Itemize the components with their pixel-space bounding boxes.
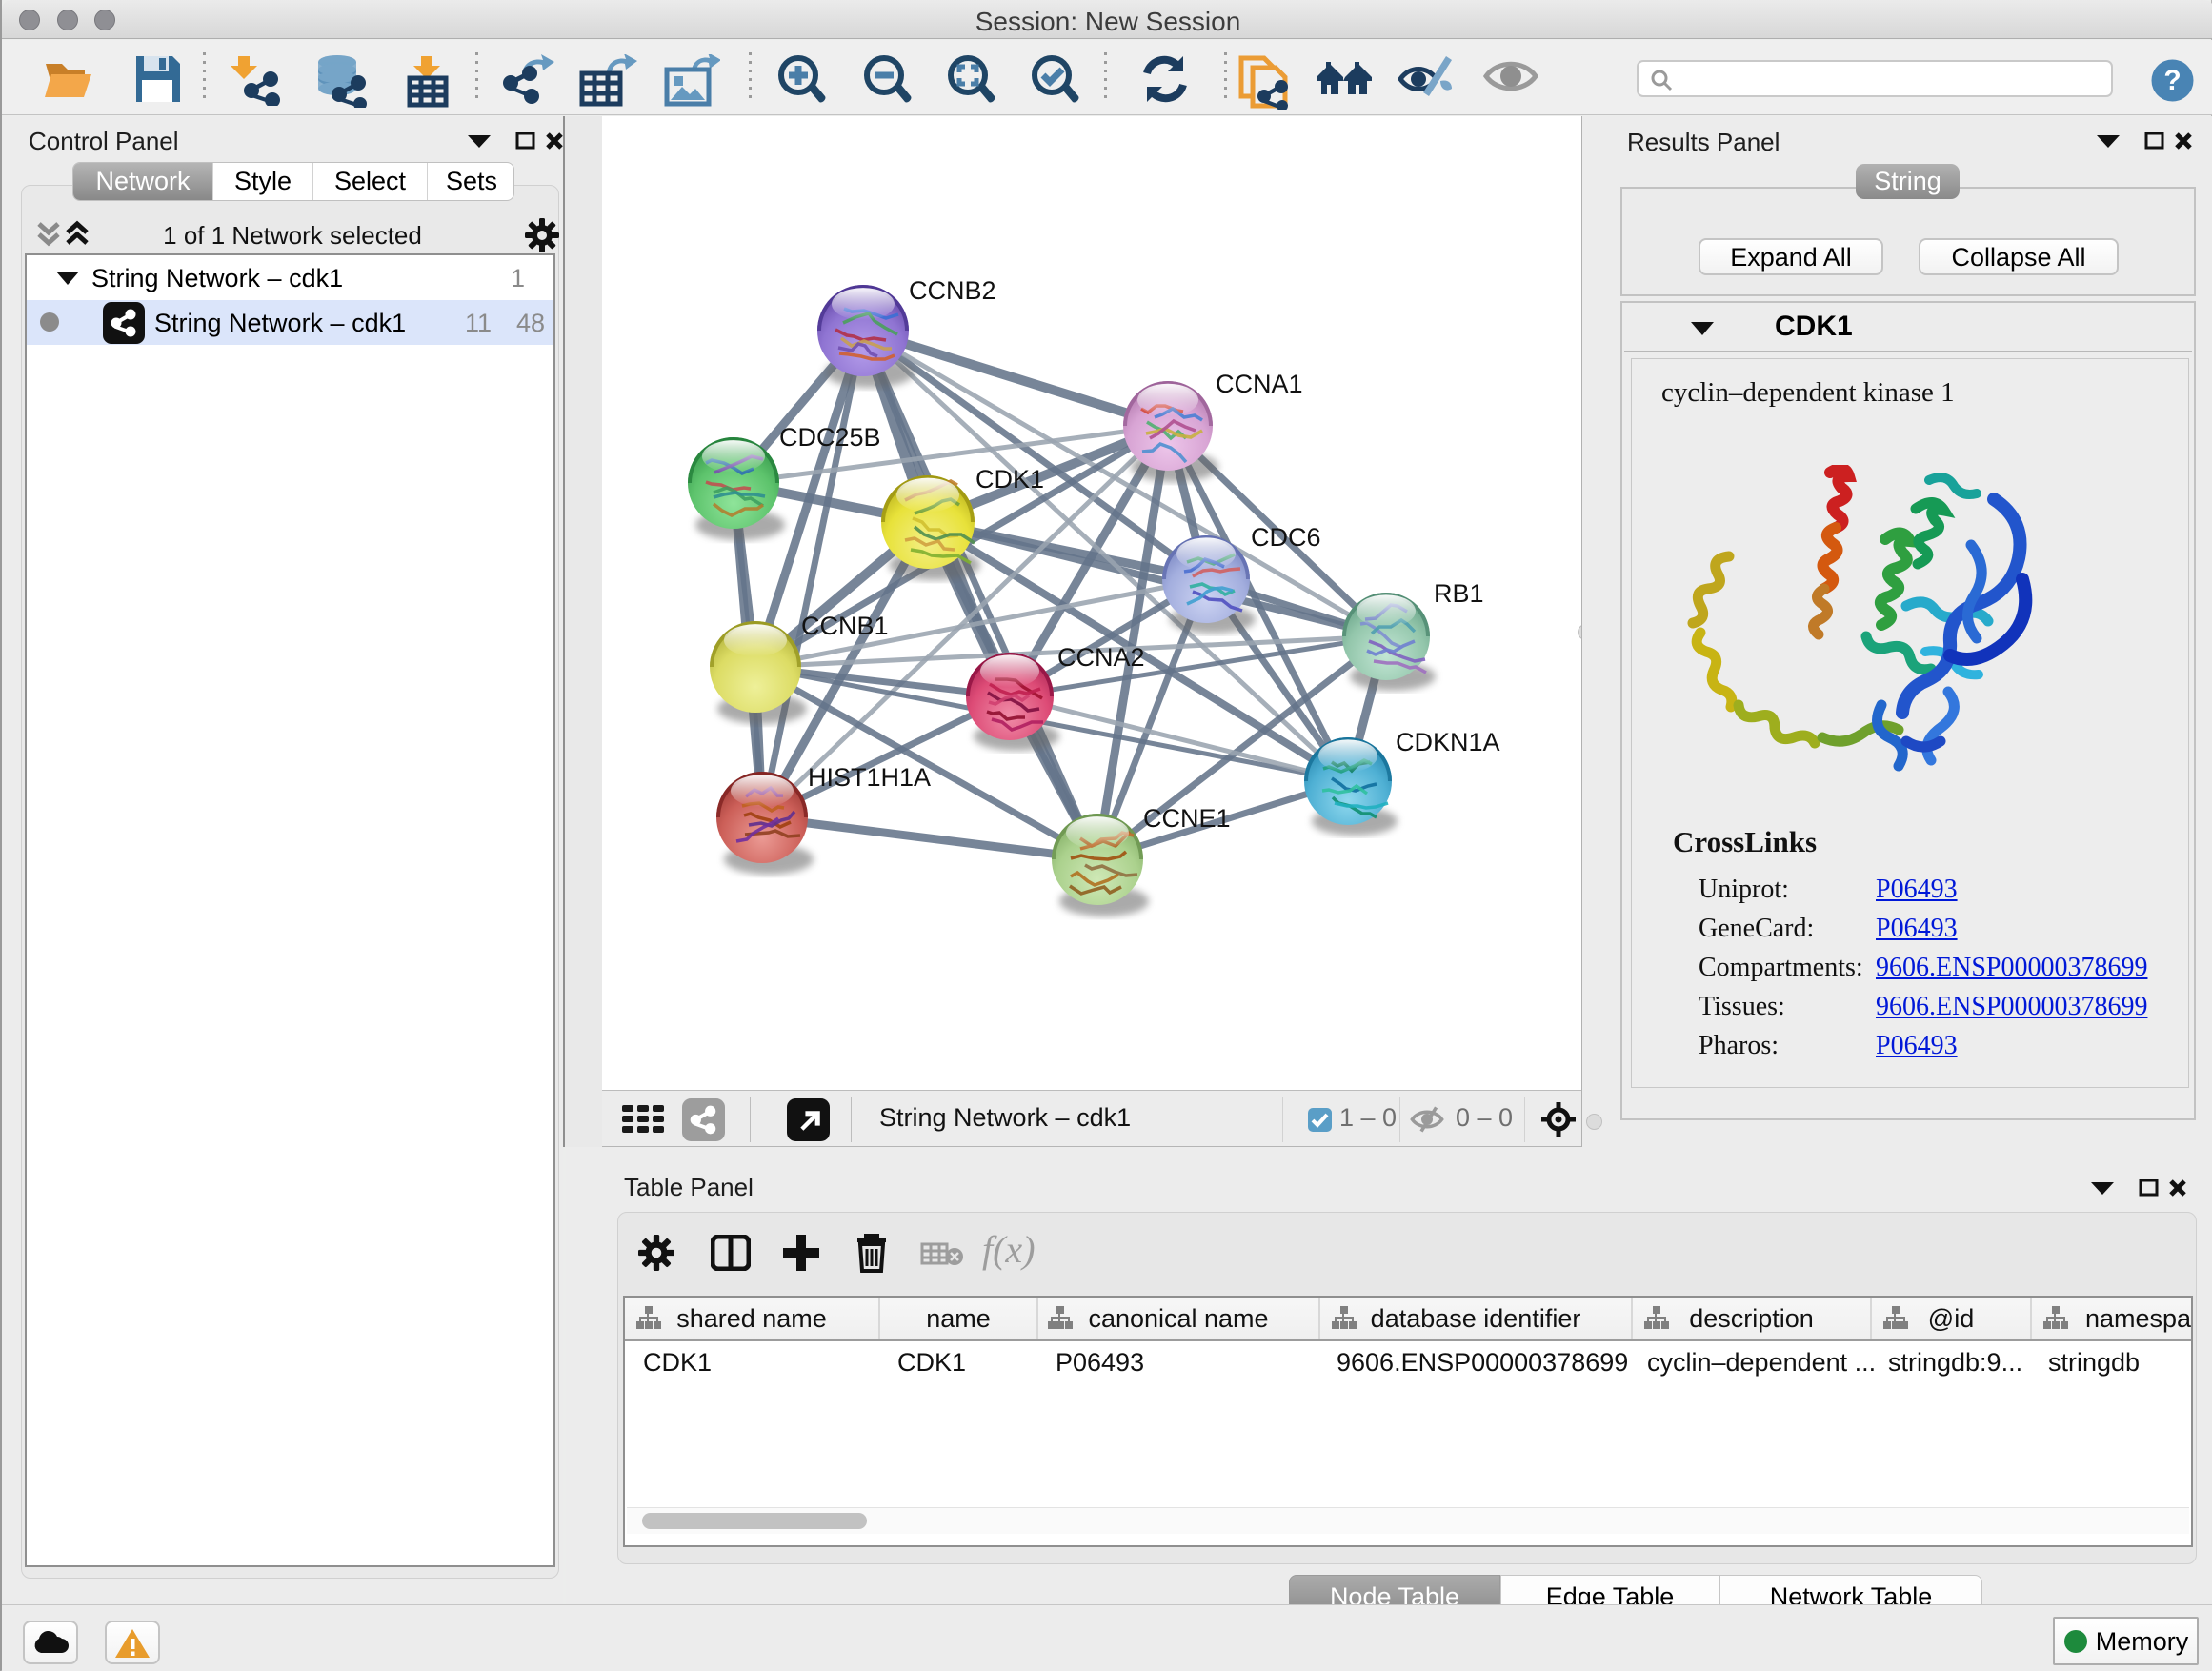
svg-text:CDC25B: CDC25B bbox=[779, 423, 881, 452]
svg-text:CCNA2: CCNA2 bbox=[1057, 643, 1145, 672]
svg-text:CCNE1: CCNE1 bbox=[1143, 804, 1231, 833]
svg-text:CDK1: CDK1 bbox=[975, 465, 1044, 493]
svg-text:CCNB1: CCNB1 bbox=[801, 612, 889, 640]
svg-text:CDKN1A: CDKN1A bbox=[1396, 728, 1500, 756]
svg-text:CCNA1: CCNA1 bbox=[1216, 370, 1303, 398]
svg-text:CDC6: CDC6 bbox=[1251, 523, 1321, 552]
svg-text:RB1: RB1 bbox=[1434, 579, 1484, 608]
svg-text:?: ? bbox=[2163, 65, 2181, 96]
svg-text:HIST1H1A: HIST1H1A bbox=[808, 763, 931, 792]
svg-text:CCNB2: CCNB2 bbox=[909, 276, 996, 305]
